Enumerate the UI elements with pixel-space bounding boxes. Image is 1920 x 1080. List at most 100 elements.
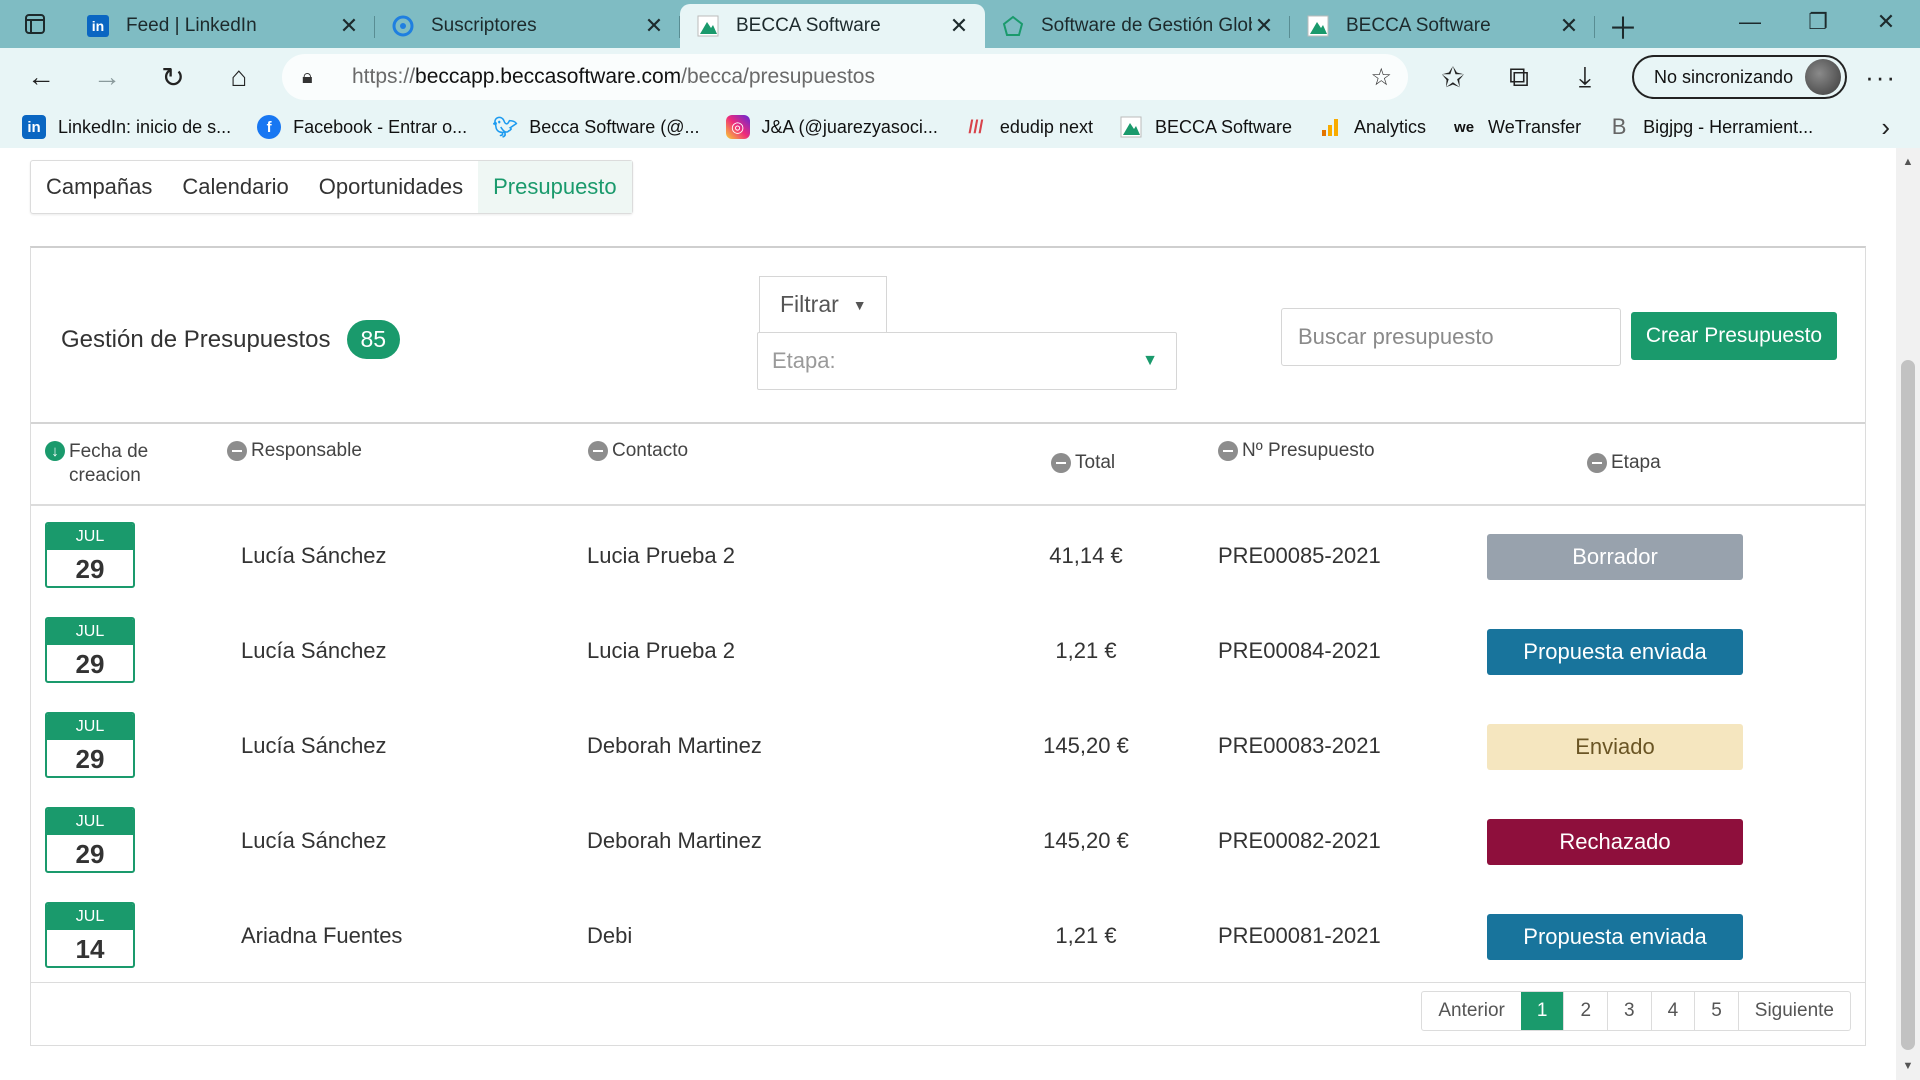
tab-close-icon[interactable]: ✕	[947, 13, 971, 39]
pagination-page-5[interactable]: 5	[1694, 992, 1738, 1030]
lock-icon[interactable]: 🔒︎	[302, 66, 328, 89]
home-icon[interactable]: ⌂	[206, 52, 272, 102]
bookmark-becca[interactable]: BECCA Software	[1119, 115, 1292, 139]
row-contacto[interactable]: Lucia Prueba 2	[587, 603, 735, 698]
add-favorite-icon[interactable]: ☆	[1370, 63, 1392, 92]
bookmark-edudip[interactable]: /// edudip next	[964, 115, 1093, 139]
tab-actions-button[interactable]	[0, 0, 70, 48]
page-scrollbar[interactable]: ▲ ▼	[1896, 148, 1920, 1080]
bookmark-analytics[interactable]: Analytics	[1318, 115, 1426, 139]
tab-close-icon[interactable]: ✕	[1252, 13, 1276, 39]
browser-tab-suscriptores[interactable]: Suscriptores ✕	[375, 4, 680, 48]
row-responsable: Lucía Sánchez	[241, 827, 387, 853]
downloads-icon[interactable]: ⤓	[1552, 52, 1618, 102]
bookmark-wetransfer[interactable]: we WeTransfer	[1452, 115, 1581, 139]
caret-down-icon: ▼	[1142, 352, 1158, 369]
tab-close-icon[interactable]: ✕	[337, 13, 361, 39]
profile-button[interactable]: No sincronizando	[1632, 55, 1848, 99]
row-contacto[interactable]: Deborah Martinez	[587, 698, 762, 793]
scroll-up-icon[interactable]: ▲	[1896, 156, 1920, 168]
forward-icon[interactable]: →	[74, 52, 140, 102]
table-row[interactable]: JUL 29 Lucía Sánchez Deborah Martinez 14…	[31, 698, 1865, 793]
bookmark-bigjpg[interactable]: B Bigjpg - Herramient...	[1607, 114, 1813, 139]
row-numero[interactable]: PRE00084-2021	[1218, 603, 1381, 698]
search-input[interactable]: Buscar presupuesto	[1281, 308, 1621, 366]
column-numero[interactable]: Nº Presupuesto	[1218, 440, 1375, 462]
avatar	[1805, 59, 1842, 95]
column-numero-label: Nº Presupuesto	[1242, 440, 1375, 461]
stage-badge[interactable]: Enviado	[1487, 724, 1743, 770]
row-total: 41,14 €	[1049, 542, 1123, 568]
collections-icon[interactable]: ⧉	[1486, 52, 1552, 102]
more-menu-icon[interactable]: ···	[1865, 62, 1897, 93]
row-numero[interactable]: PRE00085-2021	[1218, 508, 1381, 603]
twitter-icon: 🐦︎	[492, 116, 518, 139]
bookmark-twitter[interactable]: 🐦︎ Becca Software (@...	[492, 115, 700, 139]
table-row[interactable]: JUL 14 Ariadna Fuentes Debi 1,21 € PRE00…	[31, 888, 1865, 983]
refresh-icon[interactable]: ↻	[140, 52, 206, 102]
new-tab-button[interactable]: ＋	[1595, 4, 1651, 48]
row-responsable: Lucía Sánchez	[241, 637, 387, 663]
stage-badge[interactable]: Propuesta enviada	[1487, 629, 1743, 675]
sort-neutral-icon	[1051, 453, 1071, 473]
table-row[interactable]: JUL 29 Lucía Sánchez Lucia Prueba 2 1,21…	[31, 603, 1865, 698]
tab-oportunidades[interactable]: Oportunidades	[304, 161, 478, 213]
scroll-down-icon[interactable]: ▼	[1896, 1060, 1920, 1072]
stage-select[interactable]: Etapa: ▼	[757, 332, 1177, 390]
column-total[interactable]: Total	[1051, 452, 1115, 474]
pagination-page-2[interactable]: 2	[1563, 992, 1607, 1030]
budgets-card: Gestión de Presupuestos 85 Filtrar ▼ Eta…	[30, 246, 1866, 1046]
pagination-page-1[interactable]: 1	[1520, 992, 1564, 1030]
tab-campanas[interactable]: Campañas	[31, 161, 167, 213]
row-numero[interactable]: PRE00082-2021	[1218, 793, 1381, 888]
browser-tab-linkedin[interactable]: in Feed | LinkedIn ✕	[70, 4, 375, 48]
table-row[interactable]: JUL 29 Lucía Sánchez Lucia Prueba 2 41,1…	[31, 508, 1865, 603]
row-contacto[interactable]: Deborah Martinez	[587, 793, 762, 888]
pagination-prev[interactable]: Anterior	[1422, 992, 1521, 1030]
chevron-right-icon[interactable]: ›	[1881, 112, 1890, 143]
table-header: Fecha de creacion Responsable Contacto T…	[31, 424, 1865, 506]
column-contacto[interactable]: Contacto	[588, 440, 688, 462]
bookmark-instagram[interactable]: ◎ J&A (@juarezyasoci...	[725, 115, 938, 139]
tab-calendario[interactable]: Calendario	[167, 161, 303, 213]
stage-badge[interactable]: Borrador	[1487, 534, 1743, 580]
page-title: Gestión de Presupuestos 85	[61, 320, 401, 359]
row-contacto[interactable]: Debi	[587, 888, 632, 983]
scrollbar-thumb[interactable]	[1901, 360, 1915, 1050]
address-bar[interactable]: 🔒︎ https://beccapp.beccasoftware.com/bec…	[282, 54, 1408, 100]
pagination-next[interactable]: Siguiente	[1737, 992, 1850, 1030]
browser-tab-software-gestion[interactable]: Software de Gestión Glob ✕	[985, 4, 1290, 48]
pagination: Anterior 1 2 3 4 5 Siguiente	[1421, 991, 1851, 1031]
bookmarks-bar: in LinkedIn: inicio de s... f Facebook - E…	[0, 106, 1920, 148]
row-numero[interactable]: PRE00081-2021	[1218, 888, 1381, 983]
row-numero[interactable]: PRE00083-2021	[1218, 698, 1381, 793]
restore-icon[interactable]: ❐	[1784, 0, 1852, 44]
browser-tab-becca-active[interactable]: BECCA Software ✕	[680, 4, 985, 48]
column-contacto-label: Contacto	[612, 440, 689, 461]
close-window-icon[interactable]: ✕	[1852, 0, 1920, 44]
bookmark-label: Facebook - Entrar o...	[293, 116, 468, 137]
stage-badge[interactable]: Propuesta enviada	[1487, 914, 1743, 960]
filter-dropdown-button[interactable]: Filtrar ▼	[759, 276, 887, 332]
browser-tab-becca[interactable]: BECCA Software ✕	[1290, 4, 1595, 48]
tab-close-icon[interactable]: ✕	[642, 13, 666, 39]
sort-neutral-icon	[1587, 453, 1607, 473]
bookmark-facebook[interactable]: f Facebook - Entrar o...	[257, 115, 467, 139]
bookmark-linkedin[interactable]: in LinkedIn: inicio de s...	[22, 115, 231, 139]
tab-close-icon[interactable]: ✕	[1557, 13, 1581, 39]
back-icon[interactable]: ←	[8, 52, 74, 102]
create-budget-button[interactable]: Crear Presupuesto	[1631, 312, 1837, 360]
minimize-icon[interactable]: —	[1716, 0, 1784, 44]
tab-presupuesto[interactable]: Presupuesto	[478, 161, 632, 213]
table-row[interactable]: JUL 29 Lucía Sánchez Deborah Martinez 14…	[31, 793, 1865, 888]
date-day: 29	[75, 743, 105, 774]
column-responsable[interactable]: Responsable	[227, 440, 362, 462]
column-fecha[interactable]: Fecha de creacion	[45, 440, 175, 488]
favorites-icon[interactable]: ✩	[1420, 52, 1486, 102]
row-contacto[interactable]: Lucia Prueba 2	[587, 508, 735, 603]
pagination-page-4[interactable]: 4	[1650, 992, 1695, 1030]
row-total: 1,21 €	[1055, 637, 1117, 663]
pagination-page-3[interactable]: 3	[1607, 992, 1651, 1030]
stage-badge[interactable]: Rechazado	[1487, 819, 1743, 865]
column-etapa[interactable]: Etapa	[1587, 452, 1661, 474]
